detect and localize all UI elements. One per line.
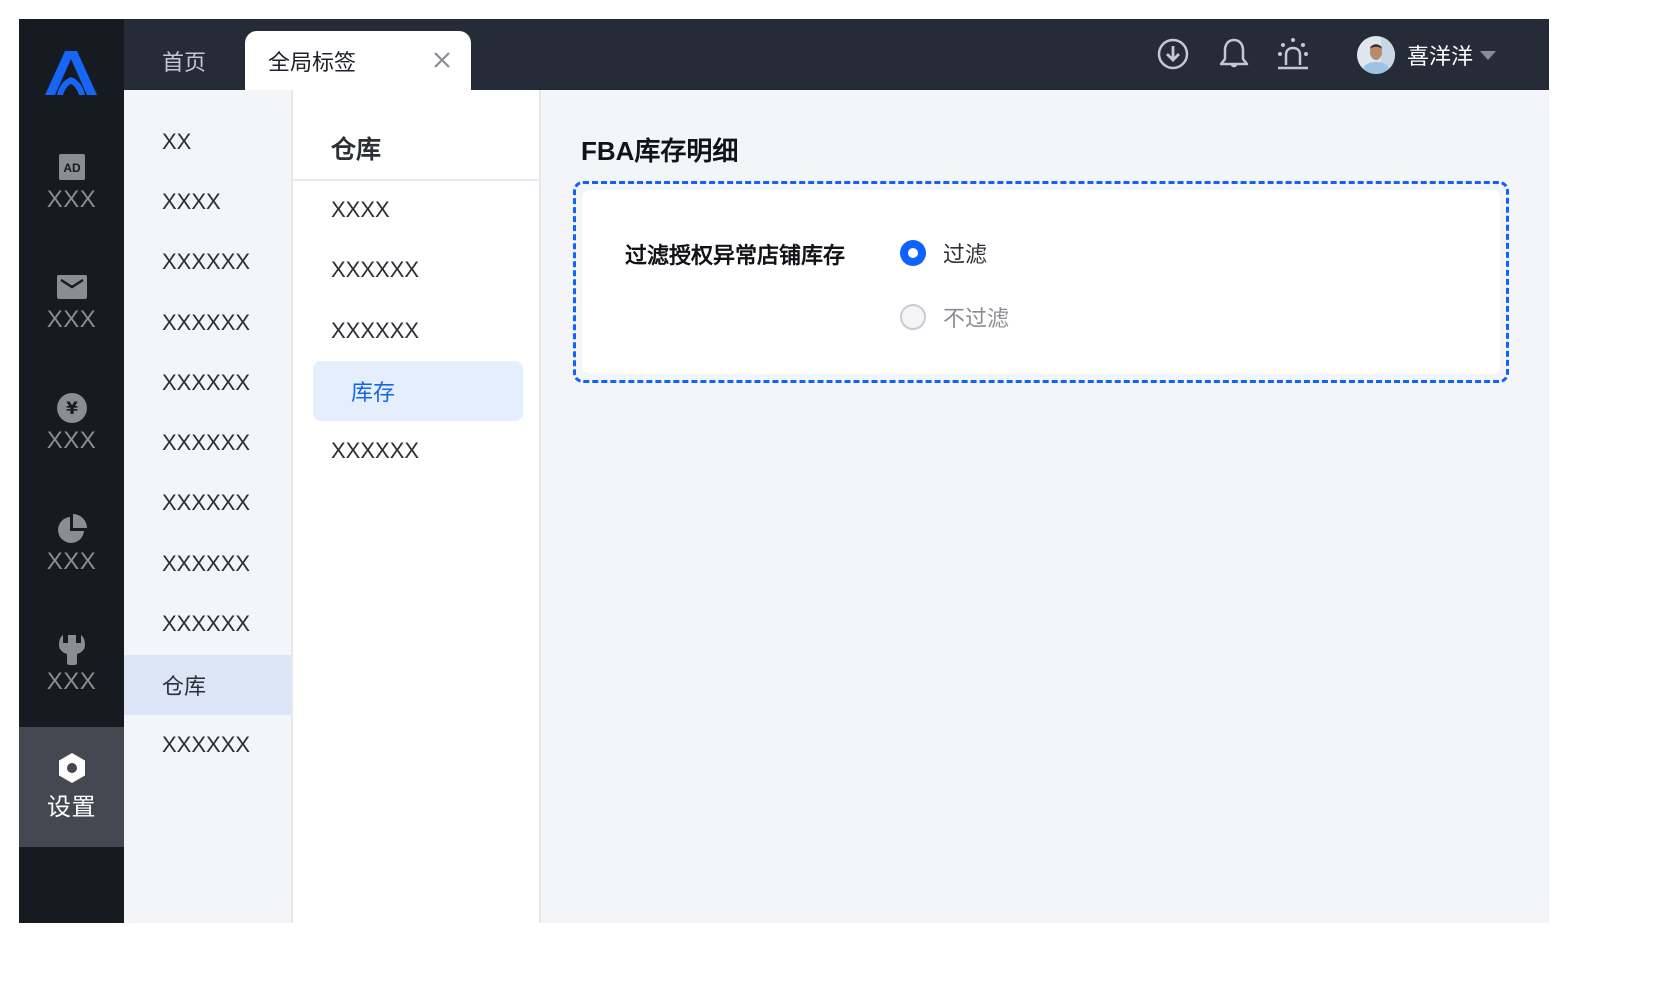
primary-sidebar: AD XXX XXX ¥ XXX XXX XXX 设置 <box>19 19 124 923</box>
subnav-item-label: XXXXXX <box>162 430 251 455</box>
thirdnav-item[interactable]: XXXXXX <box>331 301 531 361</box>
tab-label: 全局标签 <box>268 49 357 75</box>
thirdnav-item[interactable]: XXXXXX <box>331 240 531 300</box>
bell-icon[interactable] <box>1217 37 1251 71</box>
pie-chart-icon <box>57 514 87 544</box>
thirdnav-item-inventory[interactable]: 库存 <box>313 361 523 421</box>
subnav-item[interactable]: XXXXXX <box>124 353 291 413</box>
app-logo-icon[interactable] <box>41 49 101 99</box>
subnav-item-label: XXXXXX <box>162 490 251 515</box>
thirdnav-item-label: XXXX <box>331 197 390 222</box>
rail-item-label: XXX <box>46 548 97 575</box>
section-title: 仓库 <box>331 136 382 164</box>
tab-home[interactable]: 首页 <box>162 31 206 90</box>
settings-card: 过滤授权异常店铺库存 过滤 不过滤 <box>573 181 1509 383</box>
rail-item-label: XXX <box>46 427 97 454</box>
rail-item-mail[interactable]: XXX <box>19 243 124 363</box>
download-icon[interactable] <box>1156 37 1190 71</box>
subnav-item-label: XXXXXX <box>162 732 251 757</box>
subnav-item-label: XXXXXX <box>162 611 251 636</box>
ad-icon: AD <box>57 152 87 182</box>
subnav-item[interactable]: XXXX <box>124 172 291 232</box>
subnav-item-label: XXXX <box>162 189 221 214</box>
rail-item-finance[interactable]: ¥ XXX <box>19 364 124 484</box>
subnav-item[interactable]: XXXXXX <box>124 715 291 775</box>
tab-global-tags[interactable]: 全局标签 <box>245 31 471 90</box>
subnav-item-label: XXXXXX <box>162 310 251 335</box>
thirdnav-item[interactable]: XXXX <box>331 180 531 240</box>
thirdnav-item[interactable]: XXXXXX <box>331 421 531 481</box>
thirdnav-item-label: XXXXXX <box>331 318 420 343</box>
radio-filter[interactable]: 过滤 <box>900 237 987 269</box>
radio-checked-icon[interactable] <box>900 240 926 266</box>
thirdnav-item-label: 库存 <box>351 380 396 405</box>
radio-no-filter[interactable]: 不过滤 <box>900 301 1009 333</box>
subnav-item-warehouse[interactable]: 仓库 <box>124 655 291 715</box>
user-name[interactable]: 喜洋洋 <box>1407 39 1473 71</box>
page-title: FBA库存明细 <box>581 136 739 166</box>
thirdnav-item-label: XXXXXX <box>331 257 420 282</box>
subnav-item[interactable]: XXXXXX <box>124 473 291 533</box>
subnav-item-label: 仓库 <box>162 674 207 699</box>
thirdnav-item-label: XXXXXX <box>331 438 420 463</box>
settings-hex-icon <box>57 752 87 783</box>
radio-label: 不过滤 <box>943 306 1010 331</box>
subnav-item[interactable]: XXXXXX <box>124 413 291 473</box>
tab-label: 首页 <box>162 49 207 75</box>
yuan-icon: ¥ <box>56 393 87 423</box>
rail-item-tools[interactable]: XXX <box>19 605 124 725</box>
secondary-sidebar: XX XXXX XXXXXX XXXXXX XXXXXX XXXXXX XXXX… <box>124 90 293 923</box>
radio-unchecked-icon[interactable] <box>900 304 926 330</box>
wrench-icon <box>57 634 87 665</box>
subnav-item[interactable]: XX <box>124 112 291 172</box>
mail-icon <box>56 272 87 302</box>
subnav-item[interactable]: XXXXXX <box>124 232 291 292</box>
subnav-item[interactable]: XXXXXX <box>124 534 291 594</box>
subnav-item[interactable]: XXXXXX <box>124 293 291 353</box>
radio-label: 过滤 <box>943 242 988 267</box>
svg-text:AD: AD <box>63 161 81 175</box>
svg-text:¥: ¥ <box>66 399 78 419</box>
avatar[interactable] <box>1357 36 1395 74</box>
app-window: AD XXX XXX ¥ XXX XXX XXX 设置 首页 全局标签 喜洋洋 … <box>19 19 1549 923</box>
alarm-light-icon[interactable] <box>1276 37 1310 71</box>
subnav-item[interactable]: XXXXXX <box>124 594 291 654</box>
settings-card-body: 过滤授权异常店铺库存 过滤 不过滤 <box>582 190 1500 374</box>
rail-item-label: XXX <box>46 668 97 695</box>
subnav-item-label: XX <box>162 129 192 154</box>
rail-item-label: XXX <box>46 186 97 213</box>
subnav-item-label: XXXXXX <box>162 370 251 395</box>
chevron-down-icon[interactable] <box>1480 51 1496 60</box>
subnav-item-label: XXXXXX <box>162 249 251 274</box>
rail-item-ad[interactable]: AD XXX <box>19 123 124 243</box>
rail-item-label: XXX <box>46 306 97 333</box>
rail-item-reports[interactable]: XXX <box>19 485 124 605</box>
close-icon[interactable] <box>431 49 453 71</box>
rail-item-settings[interactable]: 设置 <box>19 727 124 847</box>
field-label: 过滤授权异常店铺库存 <box>625 243 846 268</box>
subnav-item-label: XXXXXX <box>162 551 251 576</box>
rail-item-label: 设置 <box>47 793 96 821</box>
tertiary-sidebar: 仓库 XXXX XXXXXX XXXXXX 库存 XXXXXX <box>293 90 541 923</box>
top-bar: 首页 全局标签 喜洋洋 <box>124 19 1549 90</box>
